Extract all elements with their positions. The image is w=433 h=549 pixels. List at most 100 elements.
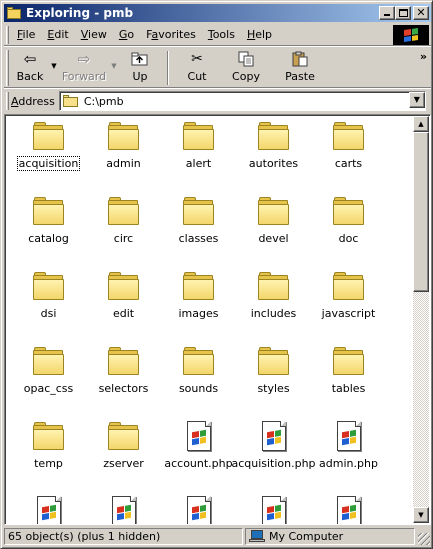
folder-item[interactable]: alert	[161, 117, 236, 192]
item-label: opac_css	[23, 382, 74, 395]
item-label: admin.php	[319, 457, 378, 470]
scroll-thumb[interactable]	[413, 132, 429, 292]
folder-icon	[332, 346, 366, 378]
folder-icon[interactable]	[6, 6, 22, 20]
menu-file[interactable]: File	[11, 25, 41, 45]
file-item[interactable]	[11, 492, 86, 524]
status-location: My Computer	[245, 528, 415, 545]
file-item[interactable]: acquisition.php	[231, 417, 316, 492]
forward-history-dropdown[interactable]: ▼	[109, 62, 119, 70]
item-label: javascript	[321, 307, 376, 320]
address-bar-grip[interactable]	[6, 92, 9, 110]
paste-button[interactable]: Paste	[273, 48, 327, 86]
folder-icon	[182, 271, 216, 303]
folder-icon	[107, 196, 141, 228]
item-label: devel	[258, 232, 289, 245]
php-file-icon	[184, 421, 214, 453]
item-label: tables	[331, 382, 366, 395]
menu-bar-grip[interactable]	[6, 25, 9, 44]
menu-bar: File Edit View Go Favorites Tools Help	[4, 24, 431, 46]
address-bar: Address C:\pmb ▼	[4, 90, 431, 112]
address-dropdown-button[interactable]: ▼	[408, 92, 425, 108]
file-list-view: acquisition admin alert autorites carts catal…	[4, 114, 431, 525]
toolbar-separator	[167, 51, 169, 85]
maximize-button[interactable]	[395, 6, 411, 20]
address-input[interactable]: C:\pmb ▼	[58, 91, 426, 111]
item-label: acquisition	[16, 156, 81, 171]
item-label: zserver	[103, 457, 144, 470]
folder-item[interactable]: images	[161, 267, 236, 342]
folder-item[interactable]: dsi	[11, 267, 86, 342]
folder-item[interactable]: selectors	[86, 342, 161, 417]
folder-item[interactable]: admin	[86, 117, 161, 192]
folder-icon	[107, 121, 141, 153]
file-item[interactable]	[86, 492, 161, 524]
scroll-up-button[interactable]: ▲	[413, 116, 429, 132]
window-title: Exploring - pmb	[26, 6, 134, 20]
menu-go[interactable]: Go	[113, 25, 140, 45]
computer-icon	[249, 530, 265, 543]
file-item[interactable]	[311, 492, 386, 524]
folder-icon	[182, 121, 216, 153]
folder-item[interactable]: javascript	[311, 267, 386, 342]
copy-button[interactable]: Copy	[219, 48, 273, 86]
folder-item[interactable]: sounds	[161, 342, 236, 417]
toolbar-more-chevron[interactable]: »	[420, 50, 427, 63]
menu-tools[interactable]: Tools	[202, 25, 241, 45]
up-button[interactable]: Up	[119, 48, 161, 86]
menu-view[interactable]: View	[75, 25, 113, 45]
folder-item[interactable]: temp	[11, 417, 86, 492]
folder-item[interactable]: zserver	[86, 417, 161, 492]
up-folder-icon	[128, 50, 152, 68]
paste-icon	[288, 50, 312, 68]
folder-item[interactable]: catalog	[11, 192, 86, 267]
item-label: styles	[257, 382, 290, 395]
scissors-icon: ✂	[191, 51, 203, 67]
file-item[interactable]	[236, 492, 311, 524]
folder-item[interactable]: devel	[236, 192, 311, 267]
item-label: doc	[338, 232, 359, 245]
folder-icon	[257, 346, 291, 378]
php-file-icon	[34, 496, 64, 524]
menu-favorites[interactable]: Favorites	[140, 25, 202, 45]
folder-item[interactable]: includes	[236, 267, 311, 342]
explorer-window: Exploring - pmb ✕ File Edit View Go Favo…	[0, 0, 433, 549]
folder-item[interactable]: opac_css	[11, 342, 86, 417]
folder-item[interactable]: doc	[311, 192, 386, 267]
menu-help[interactable]: Help	[241, 25, 278, 45]
scroll-down-button[interactable]: ▼	[413, 507, 429, 523]
forward-button[interactable]: ⇨ Forward	[59, 48, 109, 86]
close-button[interactable]: ✕	[413, 6, 429, 20]
item-label: autorites	[248, 157, 299, 170]
php-file-icon	[259, 421, 289, 453]
item-label: edit	[112, 307, 135, 320]
back-button[interactable]: ⇦ Back	[11, 48, 49, 86]
toolbar-grip[interactable]	[6, 50, 9, 86]
back-history-dropdown[interactable]: ▼	[49, 62, 59, 70]
minimize-button[interactable]	[379, 6, 395, 20]
php-file-icon	[334, 421, 364, 453]
folder-item[interactable]: carts	[311, 117, 386, 192]
folder-item[interactable]: tables	[311, 342, 386, 417]
php-file-icon	[184, 496, 214, 524]
file-item[interactable]: admin.php	[311, 417, 386, 492]
title-bar[interactable]: Exploring - pmb ✕	[4, 4, 431, 22]
folder-item[interactable]: circ	[86, 192, 161, 267]
item-label: alert	[185, 157, 212, 170]
php-file-icon	[109, 496, 139, 524]
folder-icon	[32, 271, 66, 303]
folder-item[interactable]: classes	[161, 192, 236, 267]
cut-button[interactable]: ✂ Cut	[175, 48, 219, 86]
folder-item[interactable]: acquisition	[11, 117, 86, 192]
menu-edit[interactable]: Edit	[41, 25, 74, 45]
item-label: includes	[250, 307, 297, 320]
vertical-scrollbar[interactable]: ▲ ▼	[413, 116, 429, 523]
resize-grip[interactable]	[418, 533, 430, 545]
folder-item[interactable]: edit	[86, 267, 161, 342]
folder-item[interactable]: autorites	[236, 117, 311, 192]
file-item[interactable]	[161, 492, 236, 524]
item-label: sounds	[178, 382, 219, 395]
folder-item[interactable]: styles	[236, 342, 311, 417]
file-item[interactable]: account.php	[161, 417, 236, 492]
copy-icon	[234, 50, 258, 68]
